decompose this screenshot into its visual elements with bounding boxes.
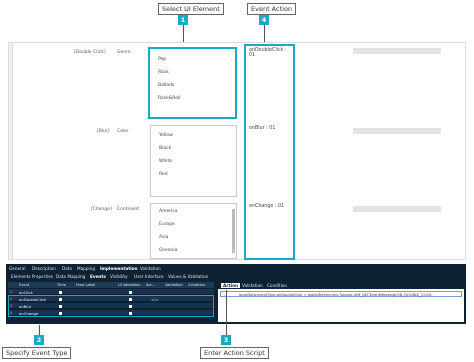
callout-label: Specify Event Type [2,347,72,359]
column-header: Validation [165,283,183,287]
column-header: Event [19,283,30,287]
field-label: Genre [117,50,131,55]
form-preview-panel: [Double Click] Genre Pop Rock Ballads Ro… [8,42,466,260]
column-header: Act... [146,283,156,287]
tab-data-mapping[interactable]: Data Mapping [56,274,85,279]
color-listbox[interactable]: Yellow Black White Red [150,125,237,197]
event-type-label: [Change] [91,207,112,212]
selection-highlight [8,295,214,317]
action-script-panel: Action Validation Condition 1 localData.… [218,282,464,322]
tab-condition[interactable]: Condition [267,283,287,288]
events-grid-header: Event Time Flow Label UI Validation Act.… [8,282,214,288]
tab-values-validation[interactable]: Values & Validation [168,274,208,279]
tab-validation[interactable]: Validation [242,283,263,288]
list-item[interactable]: Ballads [158,83,174,88]
tab-description[interactable]: Description [32,266,56,271]
callout-badge: 2 [34,335,44,345]
event-action-text: onDoubleClick : 01 [249,48,287,58]
script-tabs: Action Validation Condition [218,282,464,289]
panel-left-strip [9,43,13,259]
configuration-panel: General Description Data Mapping Impleme… [6,264,466,324]
line-number: 1 [223,292,226,297]
tab-action[interactable]: Action [221,283,241,288]
tab-visibility[interactable]: Visibility [110,274,128,279]
list-item[interactable]: Rock&Roll [158,96,180,101]
list-item[interactable]: Black [159,146,171,151]
column-header: UI Validation [118,283,141,287]
event-action-panel: onDoubleClick : 01 onBlur : 01 onChange … [244,44,295,260]
tab-data[interactable]: Data [62,266,72,271]
list-item[interactable]: Asia [159,235,168,240]
column-header: Flow Label [76,283,96,287]
list-item[interactable]: Red [159,172,168,177]
continent-listbox[interactable]: America Europe Asia Oceania [150,203,237,259]
list-item[interactable]: Pop [158,57,166,62]
callout-label: Enter Action Script [200,347,269,359]
callout-label: Select UI Element [158,3,224,15]
script-text: localData.eventType.onDoubleClick = glob… [239,292,433,297]
tab-user-interface[interactable]: User Interface [134,274,164,279]
row-number: 1 [10,290,13,294]
list-item[interactable]: White [159,159,172,164]
event-name: onClick [19,289,33,295]
event-type-label: [Double Click] [74,50,106,55]
callout-badge: 3 [221,335,231,345]
field-label: Color [117,129,129,134]
callout-label: Event Action [247,3,297,15]
tab-general[interactable]: General [9,266,26,271]
callout-badge: 1 [178,15,188,25]
column-header: Time [57,283,66,287]
listbox-scrollbar[interactable] [232,209,235,253]
tab-events[interactable]: Events [90,274,106,279]
callout-line [39,325,40,335]
genre-listbox[interactable]: Pop Rock Ballads Rock&Roll [148,47,237,119]
list-item[interactable]: Oceania [159,248,177,253]
list-item[interactable]: Europe [159,222,175,227]
field-label: Continent [117,207,139,212]
list-item[interactable]: Yellow [159,133,173,138]
tab-implementation[interactable]: Implementation [100,266,138,271]
callout-badge: 4 [259,15,269,25]
checkbox[interactable] [129,290,132,294]
list-item[interactable]: Rock [158,70,169,75]
event-type-label: [Blur] [97,129,110,134]
list-item[interactable]: America [159,209,178,214]
placeholder-bar [353,128,441,134]
column-header: Condition [188,283,206,287]
script-editor-line[interactable]: 1 localData.eventType.onDoubleClick = gl… [220,291,462,297]
tab-elements-properties[interactable]: Elements Properties [11,274,53,279]
placeholder-bar [353,48,441,54]
event-action-text: onChange : 01 [249,204,285,209]
callout-line [226,290,227,335]
checkbox[interactable] [59,290,62,294]
event-action-text: onBlur : 01 [249,126,276,131]
tab-validation[interactable]: Validation [140,266,161,271]
placeholder-bar [353,206,441,212]
tab-mapping[interactable]: Mapping [77,266,95,271]
